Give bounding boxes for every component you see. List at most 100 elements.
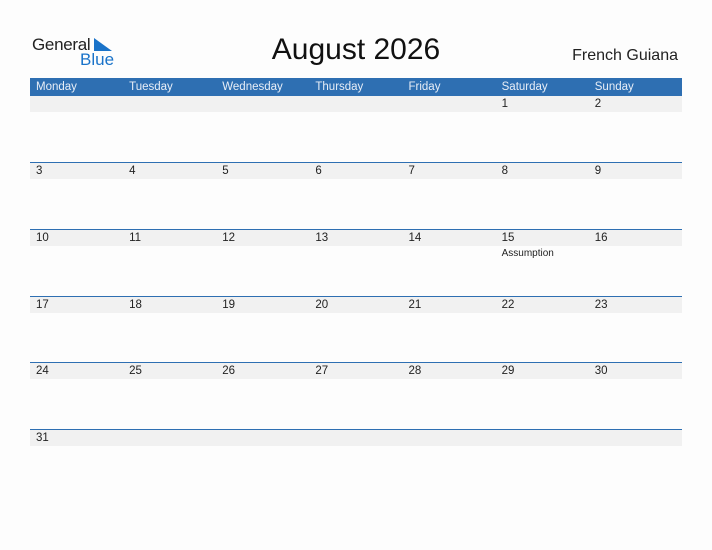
day-cell (496, 430, 589, 446)
week-row: 12 (30, 96, 682, 162)
day-cell: 9 (589, 163, 682, 179)
day-number (36, 96, 123, 112)
day-cell: 26 (216, 363, 309, 379)
day-number: 18 (129, 298, 142, 311)
weekday-tuesday: Tuesday (129, 81, 173, 93)
day-number: 6 (315, 165, 322, 177)
day-number: 4 (129, 165, 136, 177)
week-cells: 3 4 5 6 7 8 9 (30, 163, 682, 179)
day-cell: 8 (496, 163, 589, 179)
day-cell: 16 (589, 230, 682, 259)
day-number: 21 (408, 298, 422, 311)
day-cell (309, 430, 402, 446)
day-cell: 1 (496, 96, 589, 112)
day-cell (123, 430, 216, 446)
day-number: 17 (36, 298, 49, 311)
day-cell: 12 (216, 230, 309, 259)
week-row: 3 4 5 6 7 8 9 (30, 162, 682, 229)
day-cell: 6 (309, 163, 402, 179)
day-number: 28 (408, 365, 422, 378)
day-cell: 25 (123, 363, 216, 379)
country-label: French Guiana (572, 47, 678, 64)
day-number: 11 (129, 231, 142, 244)
day-number: 10 (36, 231, 49, 244)
day-number: 31 (36, 432, 49, 445)
day-number: 15 (501, 231, 515, 244)
weekday-friday: Friday (408, 81, 441, 93)
day-cell: 10 (30, 230, 123, 259)
day-number: 14 (408, 231, 422, 244)
day-cell: 13 (309, 230, 402, 259)
day-cell: 21 (403, 297, 496, 313)
week-row: 17 18 19 20 21 22 23 (30, 295, 682, 363)
day-number: 27 (315, 365, 329, 378)
day-cell: 28 (403, 363, 496, 379)
week-row: 31 (30, 429, 682, 449)
day-number: 23 (594, 298, 608, 311)
day-number (222, 430, 309, 446)
day-number: 5 (222, 165, 229, 177)
day-number (315, 96, 402, 112)
day-cell: 18 (123, 297, 216, 313)
week-cells: 17 18 19 20 21 22 23 (30, 297, 682, 313)
day-cell: 7 (403, 163, 496, 179)
day-number: 19 (222, 298, 236, 311)
day-number: 9 (594, 165, 602, 177)
day-number: 30 (594, 365, 608, 378)
day-cell: 19 (216, 297, 309, 313)
weekday-saturday: Saturday (501, 81, 548, 93)
day-number (409, 96, 496, 112)
day-number: 7 (408, 165, 415, 177)
day-cell: 14 (403, 230, 496, 259)
week-row: 10 11 12 13 14 15 Assumption 16 (30, 228, 682, 296)
day-cell: 20 (309, 297, 402, 313)
day-cell: 15 Assumption (496, 230, 589, 259)
day-cell: 11 (123, 230, 216, 259)
week-cells: 31 (30, 430, 682, 446)
week-row: 24 25 26 27 28 29 30 (30, 362, 682, 429)
day-cell: 29 (496, 363, 589, 379)
day-cell: 27 (309, 363, 402, 379)
week-cells: 10 11 12 13 14 15 Assumption 16 (30, 230, 682, 259)
day-number (315, 430, 402, 446)
weekday-monday: Monday (36, 81, 77, 93)
day-number: 24 (36, 365, 49, 378)
day-number (129, 96, 216, 112)
weeks-container: 1 2 3 4 5 6 7 8 9 10 11 12 13 14 15 Assumption 16 17 18 19 2… (30, 96, 682, 449)
day-number (595, 430, 682, 446)
calendar-grid: Monday Tuesday Wednesday Thursday Friday… (30, 78, 682, 449)
day-number: 3 (36, 165, 43, 177)
weekday-header: Monday Tuesday Wednesday Thursday Friday… (30, 78, 682, 96)
weekday-thursday: Thursday (315, 81, 364, 93)
day-number: 22 (501, 298, 515, 311)
day-cell (30, 96, 123, 112)
day-number: 12 (222, 231, 236, 244)
day-number: 16 (594, 231, 608, 244)
day-number: 26 (222, 365, 236, 378)
day-cell: 23 (589, 297, 682, 313)
day-cell: 2 (589, 96, 682, 112)
weekday-wednesday: Wednesday (222, 81, 283, 93)
day-number: 29 (501, 365, 515, 378)
day-cell (403, 430, 496, 446)
day-cell (589, 430, 682, 446)
day-number: 13 (315, 231, 329, 244)
holiday-label: Assumption (501, 247, 554, 259)
day-cell: 4 (123, 163, 216, 179)
day-cell: 3 (30, 163, 123, 179)
day-number: 25 (129, 365, 142, 378)
day-number (222, 96, 309, 112)
day-cell (216, 430, 309, 446)
day-cell: 22 (496, 297, 589, 313)
day-cell: 5 (216, 163, 309, 179)
day-cell (123, 96, 216, 112)
day-cell (403, 96, 496, 112)
week-cells: 12 (30, 96, 682, 112)
day-cell: 17 (30, 297, 123, 313)
day-cell: 31 (30, 430, 123, 446)
day-number (129, 430, 216, 446)
day-cell: 30 (589, 363, 682, 379)
day-cell: 24 (30, 363, 123, 379)
day-cell (216, 96, 309, 112)
day-number: 2 (594, 98, 602, 110)
